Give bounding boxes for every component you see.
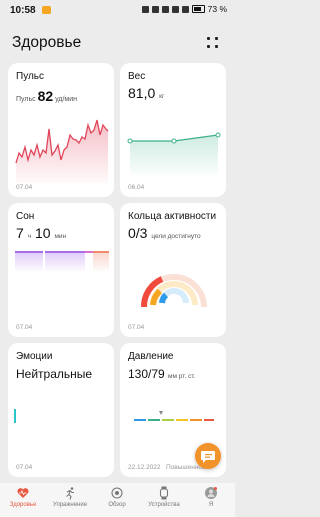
weight-title: Вес — [128, 71, 146, 82]
nav-me-label: Я — [208, 502, 214, 508]
page-title: Здоровье — [12, 34, 82, 51]
nav-overview-label: Обзор — [108, 502, 126, 508]
watch-icon — [159, 486, 169, 500]
rings-date: 07.04 — [128, 324, 145, 331]
pressure-reading: 130/79 мм рт. ст. — [128, 367, 195, 381]
pulse-value: 82 — [37, 88, 54, 104]
grid-icon[interactable] — [207, 37, 219, 49]
sleep-card[interactable]: Сон 7 ч 10 мин 07.04 — [8, 203, 114, 337]
weight-date: 06.04 — [128, 184, 145, 191]
pulse-reading: Пульс 82 уд/мин — [16, 88, 77, 104]
emotions-date: 07.04 — [16, 464, 33, 471]
rings-value: 0/3 — [128, 225, 148, 241]
nav-overview[interactable]: Обзор — [94, 486, 140, 508]
sleep-chart — [15, 251, 109, 271]
heart-icon — [17, 488, 29, 498]
nav-health[interactable]: Здоровье — [0, 486, 46, 508]
emotions-card[interactable]: Эмоции Нейтральные 07.04 — [8, 343, 114, 477]
bluetooth-icon — [161, 5, 169, 13]
nav-exercise[interactable]: Упражнение — [47, 486, 93, 508]
chat-icon — [201, 451, 215, 463]
weight-card[interactable]: Вес 81,0 кг 06.04 — [120, 63, 226, 197]
bottom-nav: Здоровье Упражнение Обзор Устройства Я — [0, 483, 235, 517]
battery-icon — [191, 5, 205, 13]
nav-exercise-label: Упражнение — [52, 502, 88, 508]
sleep-minutes: 10 — [34, 225, 51, 241]
sleep-date: 07.04 — [16, 324, 33, 331]
nav-me[interactable]: Я — [188, 486, 234, 508]
battery-percent: 73 % — [207, 4, 227, 14]
pulse-prefix: Пульс — [16, 96, 36, 103]
weight-unit: кг — [159, 93, 165, 100]
pressure-title: Давление — [128, 351, 174, 362]
emotions-value: Нейтральные — [16, 367, 93, 381]
chat-fab-button[interactable] — [195, 443, 221, 469]
pressure-value: 130/79 — [128, 367, 165, 381]
sleep-reading: 7 ч 10 мин — [16, 225, 66, 241]
weight-reading: 81,0 кг — [128, 85, 164, 101]
pulse-card[interactable]: Пульс Пульс 82 уд/мин 07.04 — [8, 63, 114, 197]
weight-chart — [127, 132, 221, 175]
rings-title: Кольца активности — [128, 211, 217, 222]
pulse-unit: уд/мин — [55, 96, 77, 103]
pulse-title: Пульс — [16, 71, 45, 82]
pressure-scale — [134, 411, 214, 421]
rings-reading: 0/3 цели достигнуто — [128, 225, 201, 241]
rings-caption: цели достигнуто — [151, 233, 201, 240]
pulse-date: 07.04 — [16, 184, 33, 191]
signal-icon — [181, 5, 189, 13]
nfc-icon — [141, 5, 149, 13]
nav-devices-label: Устройства — [148, 502, 180, 508]
pulse-chart — [15, 119, 109, 183]
status-icons: 73 % — [141, 4, 227, 14]
weight-value: 81,0 — [128, 85, 156, 101]
mute-icon — [151, 5, 159, 13]
sleep-hours-unit: ч — [27, 233, 32, 240]
pressure-date: 22.12.2022 — [128, 464, 161, 471]
sleep-hours: 7 — [16, 225, 24, 241]
nav-devices[interactable]: Устройства — [141, 486, 187, 508]
profile-icon — [205, 487, 217, 499]
emotions-title: Эмоции — [16, 351, 53, 362]
activity-rings-card[interactable]: Кольца активности 0/3 цели достигнуто 07… — [120, 203, 226, 337]
nav-health-label: Здоровье — [9, 502, 37, 508]
sleep-minutes-unit: мин — [54, 233, 67, 240]
sleep-title: Сон — [16, 211, 35, 222]
pressure-unit: мм рт. ст. — [168, 373, 196, 380]
notification-app-icon — [42, 6, 51, 14]
overview-icon — [111, 487, 123, 499]
status-bar: 10:58 73 % — [0, 0, 235, 22]
status-time: 10:58 — [10, 5, 36, 16]
emotions-chart — [14, 409, 16, 423]
activity-rings-chart — [140, 274, 207, 308]
wifi-icon — [171, 5, 179, 13]
running-icon — [66, 487, 74, 500]
